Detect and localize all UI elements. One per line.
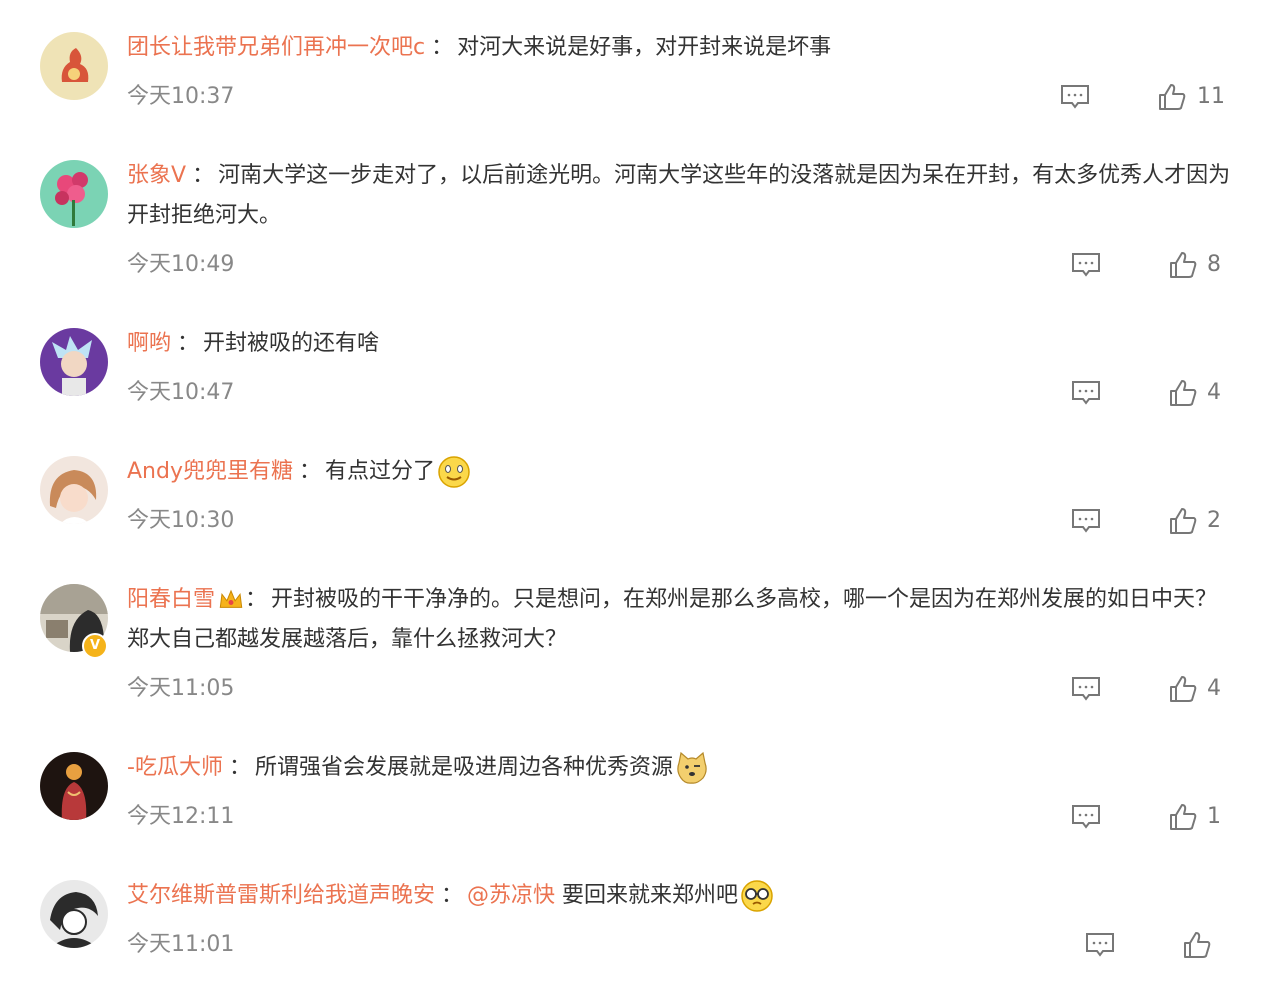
thumbs-up-icon[interactable]	[1168, 378, 1198, 408]
username-link[interactable]: 啊哟	[127, 331, 171, 356]
comment-body: 开封被吸的还有啥	[203, 331, 380, 356]
avatar[interactable]	[40, 880, 108, 948]
doge-emoji-icon	[675, 751, 709, 785]
timestamp: 今天10:37	[127, 84, 235, 109]
reply-icon[interactable]	[1085, 932, 1115, 958]
timestamp: 今天11:05	[127, 676, 235, 701]
like-count: 1	[1207, 804, 1221, 829]
timestamp: 今天10:49	[127, 252, 235, 277]
timestamp: 今天12:11	[127, 804, 235, 829]
verified-badge-icon: V	[82, 633, 108, 659]
avatar[interactable]	[40, 328, 108, 396]
crown-icon	[217, 586, 245, 614]
reply-icon[interactable]	[1071, 676, 1101, 702]
like-count: 4	[1207, 380, 1221, 405]
separator: ：	[298, 459, 321, 484]
thumbs-up-icon[interactable]	[1157, 82, 1187, 112]
glasses-emoji-icon	[740, 879, 774, 913]
username-link[interactable]: 阳春白雪	[127, 587, 215, 612]
thumbs-up-icon[interactable]	[1182, 930, 1212, 960]
avatar[interactable]	[40, 160, 108, 228]
username-link[interactable]: Andy兜兜里有糖	[127, 459, 293, 484]
comment-text-line: 啊哟：开封被吸的还有啥	[127, 324, 1232, 364]
separator: ：	[431, 35, 454, 60]
thumbs-up-icon[interactable]	[1168, 506, 1198, 536]
username-link[interactable]: 艾尔维斯普雷斯利给我道声晚安	[127, 883, 435, 908]
separator: ：	[192, 163, 215, 188]
comment-text-line: -吃瓜大师：所谓强省会发展就是吸进周边各种优秀资源	[127, 748, 1232, 788]
thumbs-up-icon[interactable]	[1168, 250, 1198, 280]
comment-body: 要回来就来郑州吧	[562, 883, 739, 908]
username-link[interactable]: 张象V	[127, 163, 186, 188]
comment-text-line: 艾尔维斯普雷斯利给我道声晚安： @苏凉快 要回来就来郑州吧	[127, 876, 1232, 916]
timestamp: 今天11:01	[127, 932, 235, 957]
comment-text-line: 团长让我带兄弟们再冲一次吧c：对河大来说是好事，对开封来说是坏事	[127, 28, 1232, 68]
comment-body: 对河大来说是好事，对开封来说是坏事	[457, 35, 832, 60]
reply-icon[interactable]	[1071, 380, 1101, 406]
separator: ：	[441, 883, 464, 908]
comment-body: 所谓强省会发展就是吸进周边各种优秀资源	[254, 755, 673, 780]
comment-body: 河南大学这一步走对了，以后前途光明。河南大学这些年的没落就是因为呆在开封，有太多…	[127, 163, 1231, 228]
comment-text-line: 张象V：河南大学这一步走对了，以后前途光明。河南大学这些年的没落就是因为呆在开封…	[127, 156, 1232, 236]
reply-icon[interactable]	[1071, 252, 1101, 278]
thumbs-up-icon[interactable]	[1168, 802, 1198, 832]
timestamp: 今天10:47	[127, 380, 235, 405]
username-link[interactable]: -吃瓜大师	[127, 755, 223, 780]
comment-text-line: 阳春白雪 ：开封被吸的干干净净的。只是想问，在郑州是那么多高校，哪一个是因为在郑州…	[127, 580, 1232, 660]
username-link[interactable]: 团长让我带兄弟们再冲一次吧c	[127, 35, 425, 60]
like-count: 11	[1197, 84, 1225, 109]
like-count: 8	[1207, 252, 1221, 277]
comment-body: 开封被吸的干干净净的。只是想问，在郑州是那么多高校，哪一个是因为在郑州发展的如日…	[127, 587, 1218, 652]
like-count: 2	[1207, 508, 1221, 533]
avatar[interactable]	[40, 456, 108, 524]
smile-emoji-icon	[437, 455, 471, 489]
reply-icon[interactable]	[1071, 508, 1101, 534]
avatar[interactable]	[40, 32, 108, 100]
comment-body: 有点过分了	[325, 459, 436, 484]
thumbs-up-icon[interactable]	[1168, 674, 1198, 704]
separator: ：	[177, 331, 200, 356]
comment-text-line: Andy兜兜里有糖：有点过分了	[127, 452, 1232, 492]
separator: ：	[228, 755, 251, 780]
reply-icon[interactable]	[1060, 84, 1090, 110]
reply-icon[interactable]	[1071, 804, 1101, 830]
avatar[interactable]	[40, 752, 108, 820]
timestamp: 今天10:30	[127, 508, 235, 533]
mention-link[interactable]: @苏凉快	[467, 883, 555, 908]
separator: ：	[245, 587, 268, 612]
like-count: 4	[1207, 676, 1221, 701]
